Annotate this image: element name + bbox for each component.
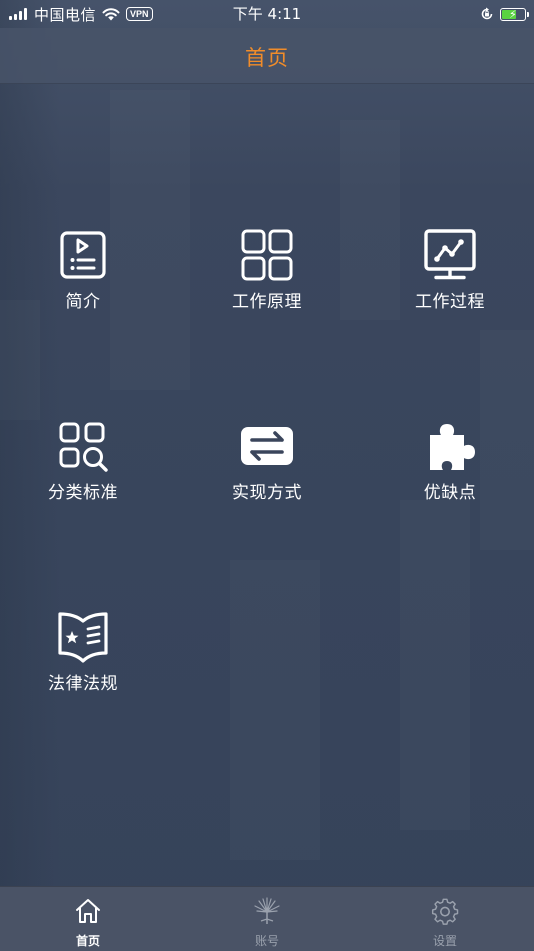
nav-bar: 首页 [0,28,534,84]
tab-label-settings: 设置 [432,934,457,948]
swap-arrows-icon [241,427,293,465]
status-time: 下午 4:11 [232,5,302,23]
rotation-lock-icon [481,7,493,20]
tab-label-home: 首页 [75,934,100,948]
grid-item-label: 分类标准 [48,483,118,503]
tab-label-account: 账号 [254,934,279,948]
status-right: ⚡ [480,4,529,24]
tab-settings[interactable]: 设置 [395,887,495,951]
grid-item-intro[interactable]: 简介 [8,229,158,329]
status-bar: 中国电信 VPN 下午 4:11 ⚡ [0,0,534,28]
battery-icon: ⚡ [500,7,529,21]
monitor-chart-icon [424,229,476,280]
tab-bar: 首页 账号 设置 [0,886,534,951]
grid-item-label: 优缺点 [423,483,477,503]
page-title: 首页 [245,46,289,70]
category-search-icon [59,422,108,472]
grid-item-implementation[interactable]: 实现方式 [192,420,342,520]
account-flower-icon [254,897,280,924]
grid-item-pros-cons[interactable]: 优缺点 [375,420,525,520]
grid-item-working-principle[interactable]: 工作原理 [192,229,342,329]
tab-account[interactable]: 账号 [217,887,317,951]
grid-item-label: 法律法规 [48,674,118,694]
intro-doc-icon [60,231,106,279]
tab-home[interactable]: 首页 [38,887,138,951]
grid-item-label: 工作过程 [415,292,485,312]
puzzle-icon [430,424,475,470]
grid-item-working-process[interactable]: 工作过程 [375,229,525,329]
four-squares-icon [241,229,293,281]
gear-icon [431,898,459,925]
grid-item-label: 实现方式 [232,483,302,503]
grid-item-laws[interactable]: 法律法规 [8,611,158,711]
law-book-icon [58,612,108,663]
grid-item-label: 简介 [65,292,101,312]
grid-item-classification[interactable]: 分类标准 [8,420,158,520]
home-icon [76,899,100,923]
grid-item-label: 工作原理 [232,292,302,312]
